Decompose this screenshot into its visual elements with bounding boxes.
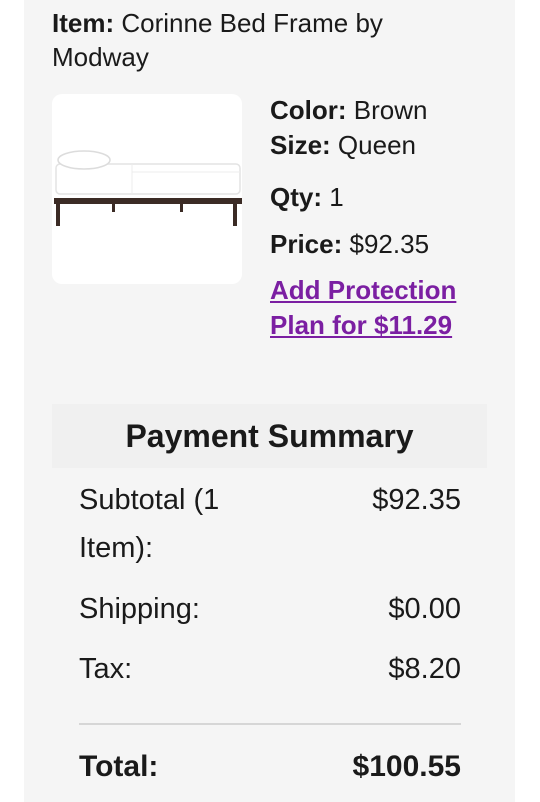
color-row: Color: Brown xyxy=(270,93,427,127)
item-label: Item: xyxy=(52,8,115,38)
qty-label: Qty: xyxy=(270,182,322,212)
qty-row: Qty: 1 xyxy=(270,180,344,214)
item-title: Item: Corinne Bed Frame by Modway xyxy=(52,6,482,74)
add-protection-plan-link[interactable]: Add Protection Plan for $11.29 xyxy=(270,273,500,343)
size-label: Size: xyxy=(270,130,331,160)
size-row: Size: Queen xyxy=(270,128,416,162)
subtotal-row: Subtotal (1 Item): $92.35 xyxy=(79,476,461,572)
subtotal-value: $92.35 xyxy=(372,484,461,516)
price-row: Price: $92.35 xyxy=(270,227,429,261)
subtotal-label: Subtotal (1 Item): xyxy=(79,484,220,564)
order-item-panel: Item: Corinne Bed Frame by Modway Color:… xyxy=(24,0,515,802)
price-value: $92.35 xyxy=(349,229,430,259)
payment-summary-title: Payment Summary xyxy=(125,418,414,454)
tax-value: $8.20 xyxy=(388,653,461,685)
shipping-label: Shipping: xyxy=(79,593,200,625)
summary-divider xyxy=(79,723,461,725)
shipping-value: $0.00 xyxy=(388,593,461,625)
product-image[interactable] xyxy=(52,94,242,284)
total-value: $100.55 xyxy=(352,750,461,783)
payment-summary-header: Payment Summary xyxy=(52,404,487,468)
color-value: Brown xyxy=(353,95,428,125)
qty-value: 1 xyxy=(329,182,344,212)
size-value: Queen xyxy=(337,130,416,160)
tax-label: Tax: xyxy=(79,653,133,685)
color-label: Color: xyxy=(270,95,347,125)
total-label: Total: xyxy=(79,750,159,783)
price-label: Price: xyxy=(270,229,343,259)
bed-frame-icon xyxy=(54,150,242,226)
